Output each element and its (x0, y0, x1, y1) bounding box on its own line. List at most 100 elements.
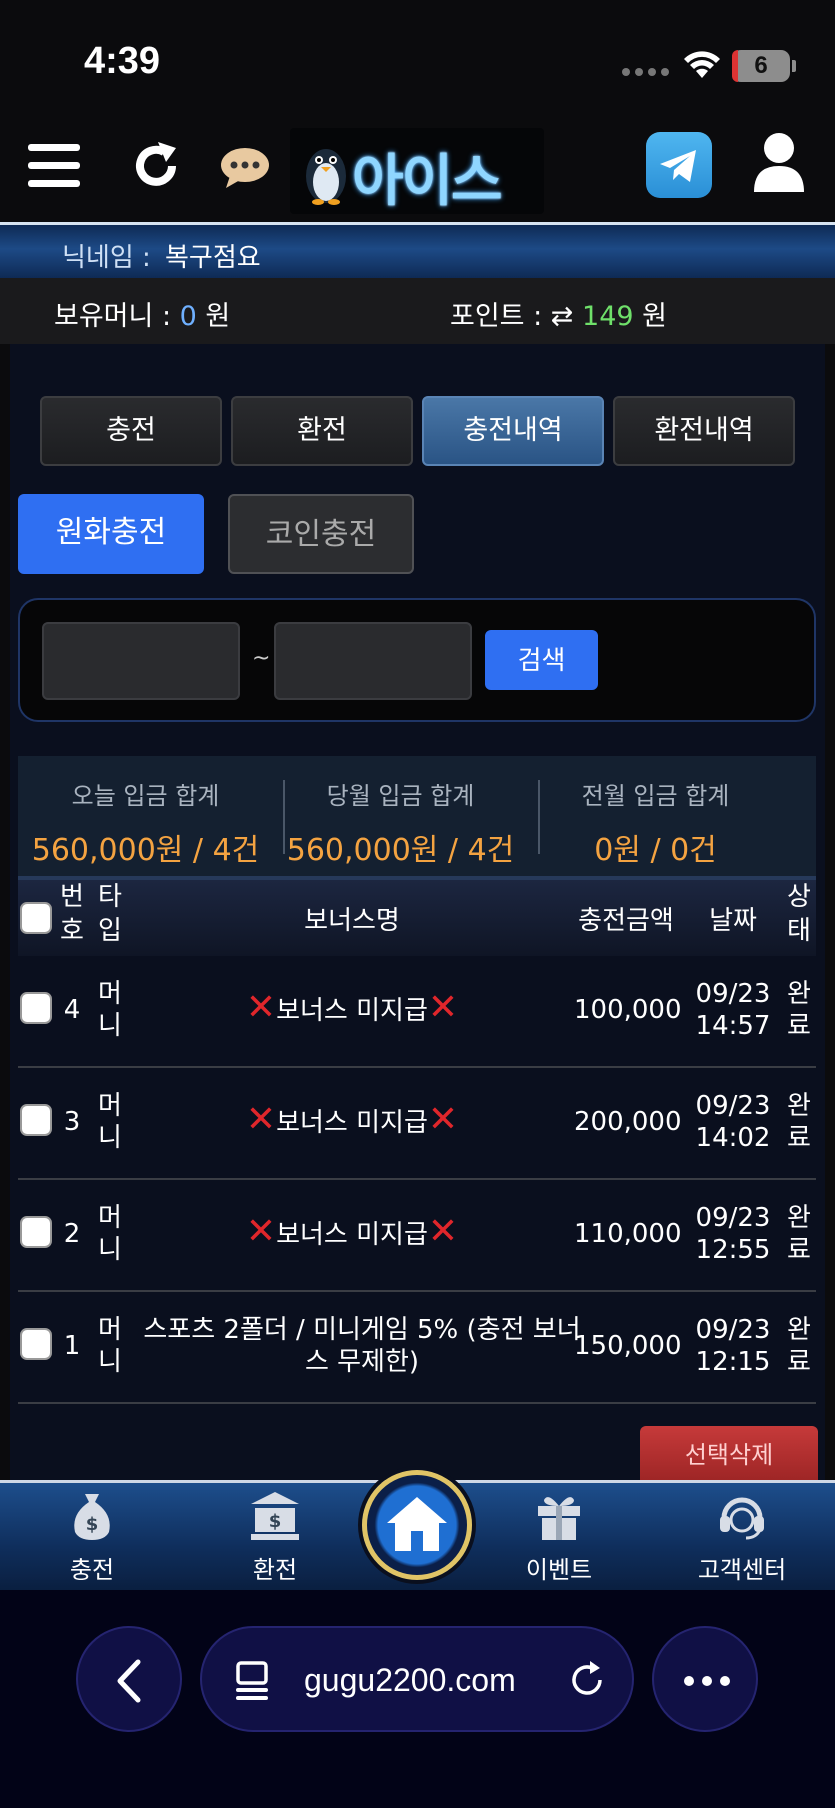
row-date: 09/23 12:55 (695, 1203, 771, 1265)
point-value: 149 (582, 301, 634, 332)
tab-exchange-history[interactable]: 환전내역 (613, 396, 795, 466)
col-amount: 충전금액 (578, 906, 674, 936)
status-time: 4:39 (84, 40, 161, 82)
status-bar: 4:39 6 (0, 0, 835, 120)
nickname-bar: 닉네임 : 복구점요 (0, 222, 835, 278)
row-type: 머니 (98, 1203, 122, 1265)
x-mark-icon: ✕ (245, 1211, 277, 1252)
table-row: 2 머니 ✕보너스 미지급✕ 110,000 09/23 12:55 완료 (18, 1180, 816, 1292)
balance-bar: 보유머니 : 0 원 포인트 : ⇄ 149 원 (0, 278, 835, 344)
row-status: 완료 (787, 979, 811, 1041)
point-unit: 원 (642, 301, 667, 332)
date-separator: ~ (252, 646, 271, 671)
telegram-icon (660, 150, 696, 182)
chat-icon[interactable] (220, 146, 270, 190)
tab-charge-history[interactable]: 충전내역 (422, 396, 604, 466)
address-bar[interactable]: gugu2200.com (200, 1626, 634, 1732)
search-button[interactable]: 검색 (485, 630, 598, 690)
row-status: 완료 (787, 1315, 811, 1377)
svg-text:$: $ (269, 1511, 282, 1532)
row-date: 09/23 14:02 (695, 1091, 771, 1153)
select-all-checkbox[interactable] (20, 902, 52, 934)
row-amount: 100,000 (574, 995, 682, 1025)
back-button[interactable] (76, 1626, 182, 1732)
tab-charge[interactable]: 충전 (40, 396, 222, 466)
nav-event[interactable]: 이벤트 (499, 1490, 619, 1585)
telegram-button[interactable] (646, 132, 712, 198)
row-date: 09/23 12:15 (695, 1315, 771, 1377)
row-type: 머니 (98, 1315, 122, 1377)
refresh-icon[interactable] (130, 140, 182, 192)
row-number: 3 (63, 1107, 81, 1137)
x-mark-icon: ✕ (427, 1211, 459, 1252)
delete-selected-button[interactable]: 선택삭제 (640, 1426, 818, 1482)
row-status: 완료 (787, 1203, 811, 1265)
col-date: 날짜 (709, 906, 757, 936)
user-icon[interactable] (752, 132, 806, 192)
row-bonus: 스포츠 2폴더 / 미니게임 5% (충전 보너스 무제한) (143, 1315, 581, 1377)
site-logo[interactable]: 아이스 (290, 128, 544, 214)
row-status: 완료 (787, 1091, 811, 1153)
table-row: 1 머니 스포츠 2폴더 / 미니게임 5% (충전 보너스 무제한) 150,… (18, 1292, 816, 1404)
x-mark-icon: ✕ (427, 987, 459, 1028)
headset-icon (720, 1497, 764, 1540)
col-type: 타입 (98, 882, 122, 946)
row-bonus: ✕보너스 미지급✕ (245, 1211, 459, 1252)
svg-text:$: $ (86, 1514, 99, 1535)
summary-divider (538, 780, 540, 854)
table-header: 번호 타입 보너스명 충전금액 날짜 상태 (18, 876, 816, 956)
home-icon (387, 1497, 447, 1551)
nickname-value: 복구점요 (165, 243, 261, 273)
exchange-arrows-icon[interactable]: ⇄ (551, 301, 574, 332)
bank-icon: $ (251, 1492, 299, 1540)
summary-last-month: 전월 입금 합계 0원 / 0건 (581, 782, 730, 868)
menu-icon[interactable] (28, 142, 82, 188)
wifi-icon (684, 51, 720, 78)
money-bag-icon: $ (74, 1494, 110, 1540)
summary-today: 오늘 입금 합계 560,000원 / 4건 (31, 782, 260, 868)
col-status: 상태 (787, 882, 811, 946)
row-amount: 110,000 (574, 1219, 682, 1249)
end-date-input[interactable] (274, 622, 472, 700)
tab-overview-icon[interactable] (232, 1660, 272, 1702)
x-mark-icon: ✕ (245, 1099, 277, 1140)
row-number: 4 (63, 995, 81, 1025)
col-bonus: 보너스명 (304, 906, 400, 936)
money-balance: 보유머니 : 0 원 (54, 294, 230, 333)
row-date: 09/23 14:57 (695, 979, 771, 1041)
x-mark-icon: ✕ (245, 987, 277, 1028)
row-number: 1 (63, 1331, 81, 1361)
row-type: 머니 (98, 1091, 122, 1153)
row-checkbox[interactable] (20, 1328, 52, 1360)
more-button[interactable] (652, 1626, 758, 1732)
battery-icon: 6 (732, 50, 790, 82)
logo-text: 아이스 (352, 149, 503, 214)
nav-charge[interactable]: $ 충전 (32, 1490, 152, 1585)
x-mark-icon: ✕ (427, 1099, 459, 1140)
reload-icon[interactable] (566, 1658, 610, 1702)
home-button[interactable] (362, 1470, 472, 1580)
tab-exchange[interactable]: 환전 (231, 396, 413, 466)
nav-exchange[interactable]: $ 환전 (215, 1490, 335, 1585)
col-number: 번호 (60, 882, 84, 946)
summary-this-month: 당월 입금 합계 560,000원 / 4건 (286, 782, 515, 868)
url-text: gugu2200.com (304, 1662, 516, 1698)
chevron-left-icon (117, 1659, 141, 1703)
row-amount: 200,000 (574, 1107, 682, 1137)
row-checkbox[interactable] (20, 992, 52, 1024)
nav-customer-center[interactable]: 고객센터 (682, 1490, 802, 1585)
start-date-input[interactable] (42, 622, 240, 700)
row-type: 머니 (98, 979, 122, 1041)
row-bonus: ✕보너스 미지급✕ (245, 1099, 459, 1140)
row-number: 2 (63, 1219, 81, 1249)
row-checkbox[interactable] (20, 1216, 52, 1248)
table-row: 4 머니 ✕보너스 미지급✕ 100,000 09/23 14:57 완료 (18, 956, 816, 1068)
penguin-logo-icon (306, 149, 346, 205)
money-value: 0 (179, 301, 197, 332)
nickname-label: 닉네임 : (62, 243, 151, 273)
row-checkbox[interactable] (20, 1104, 52, 1136)
coin-charge-button[interactable]: 코인충전 (228, 494, 414, 574)
signal-icon (622, 68, 669, 76)
money-label: 보유머니 : (54, 301, 172, 332)
won-charge-button[interactable]: 원화충전 (18, 494, 204, 574)
